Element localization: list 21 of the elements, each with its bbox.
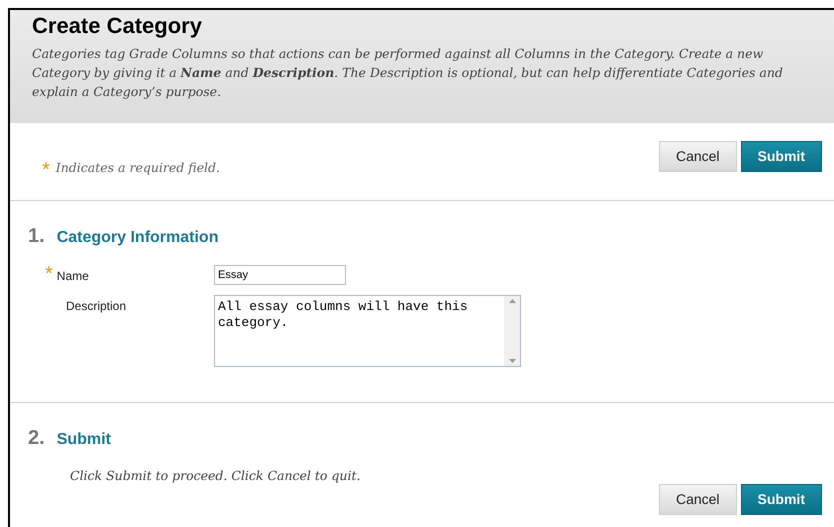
- required-icon: *: [42, 162, 50, 174]
- required-note: Indicates a required field.: [56, 159, 220, 178]
- required-icon: *: [45, 267, 53, 279]
- cancel-button[interactable]: Cancel: [658, 141, 737, 172]
- field-label: Name: [56, 268, 89, 285]
- name-field[interactable]: Essay: [214, 265, 346, 285]
- page-title: Create Category: [32, 12, 203, 40]
- scrollbar[interactable]: [504, 296, 520, 366]
- section-number: 2.: [28, 426, 45, 451]
- description-field[interactable]: All essay columns will have this category.: [214, 295, 521, 367]
- cancel-button[interactable]: Cancel: [658, 484, 737, 515]
- section-title: Category Information: [56, 228, 218, 248]
- submit-button[interactable]: Submit: [740, 484, 822, 515]
- field-label: Description: [66, 298, 126, 315]
- page-description: Categories tag Grade Columns so that actions can be performed against all Columns in the Category. Create a new Category by giving it a Name and Description. The Description is optional, but can help differentiate Categories and explain a Category’s purpose.: [32, 45, 784, 101]
- submit-instruction: Click Submit to proceed. Click Cancel to quit.: [69, 467, 362, 485]
- section-number: 1.: [28, 224, 45, 249]
- section-title: Submit: [56, 430, 111, 450]
- scroll-up-icon[interactable]: [508, 299, 516, 303]
- submit-button[interactable]: Submit: [740, 141, 822, 172]
- scroll-down-icon[interactable]: [508, 359, 516, 363]
